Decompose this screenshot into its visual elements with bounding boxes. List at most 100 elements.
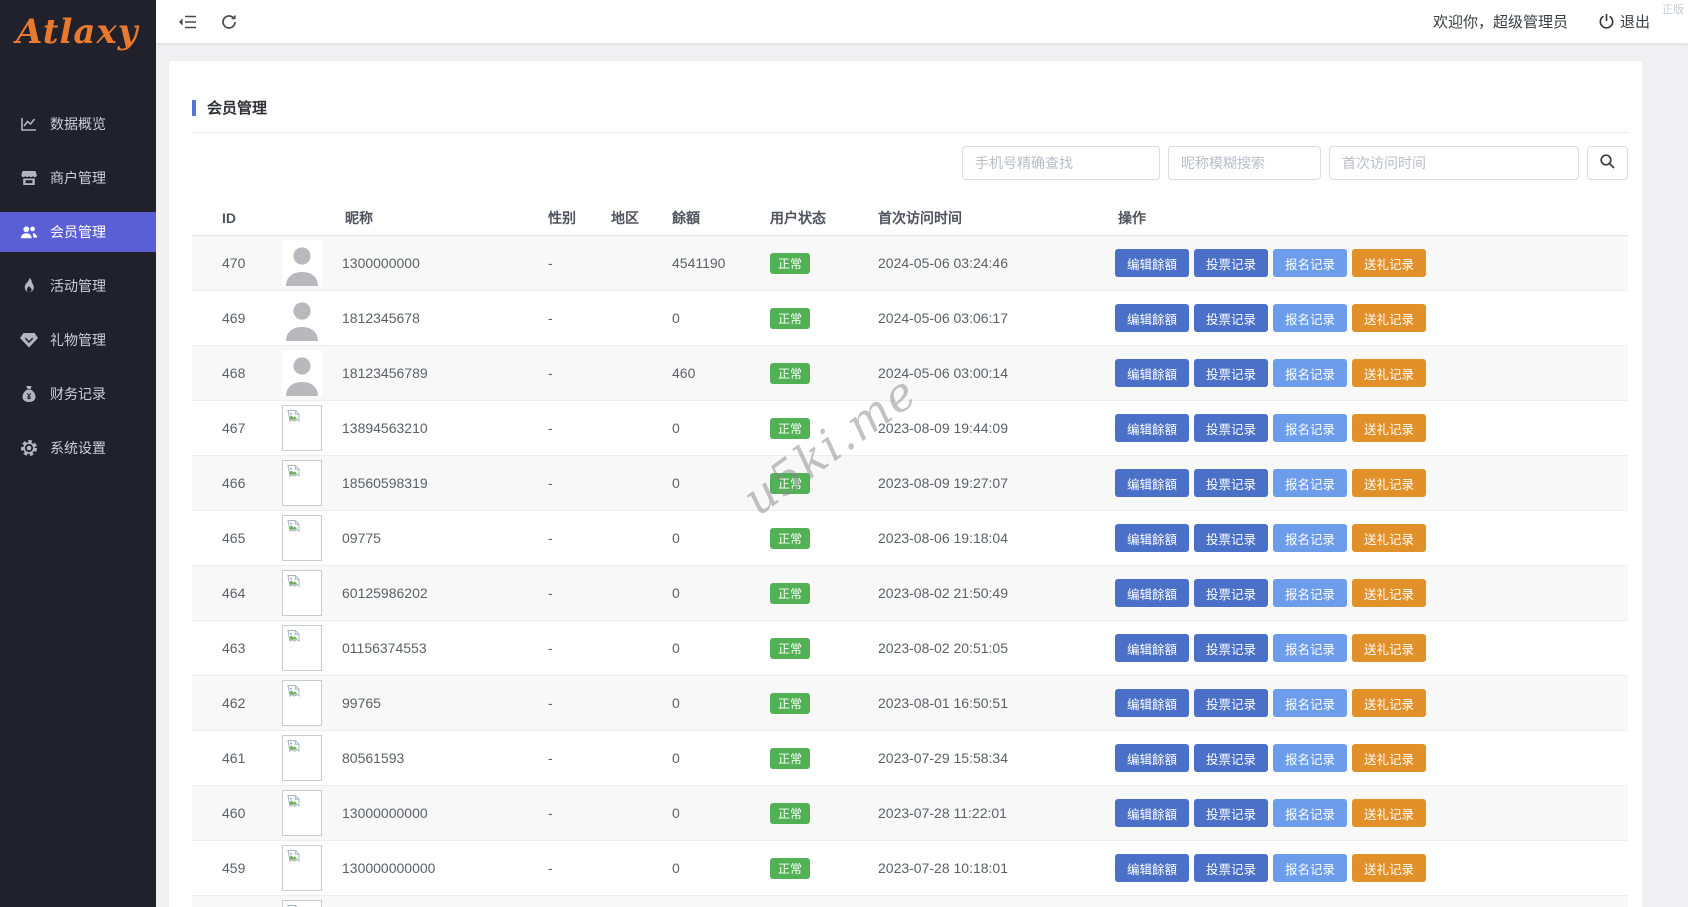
vote-record-button[interactable]: 投票记录 [1194, 854, 1268, 882]
edit-balance-button[interactable]: 编辑餘額 [1115, 469, 1189, 497]
first-visit-input[interactable] [1329, 146, 1579, 180]
gift-record-button[interactable]: 送礼记录 [1352, 579, 1426, 607]
signup-record-button[interactable]: 报名记录 [1273, 524, 1347, 552]
edit-balance-button[interactable]: 编辑餘額 [1115, 799, 1189, 827]
table-row: 459 130000000000 - 0 正常 2023-07-28 10:18… [192, 841, 1628, 896]
signup-record-button[interactable]: 报名记录 [1273, 689, 1347, 717]
gift-record-button[interactable]: 送礼记录 [1352, 799, 1426, 827]
cell-balance: 460 [664, 365, 762, 381]
sidebar-item-label: 系统设置 [50, 438, 106, 458]
table-row: 465 09775 - 0 正常 2023-08-06 19:18:04 编辑餘… [192, 511, 1628, 566]
vote-record-button[interactable]: 投票记录 [1194, 524, 1268, 552]
cell-balance: 0 [664, 310, 762, 326]
gift-record-button[interactable]: 送礼记录 [1352, 854, 1426, 882]
topbar: 欢迎你，超级管理员 退出 [156, 0, 1688, 43]
sidebar-item-finance[interactable]: 财务记录 [0, 374, 156, 414]
cell-first-visit: 2023-07-28 11:22:01 [870, 805, 1110, 821]
table-row: 461 80561593 - 0 正常 2023-07-29 15:58:34 … [192, 731, 1628, 786]
signup-record-button[interactable]: 报名记录 [1273, 359, 1347, 387]
vote-record-button[interactable]: 投票记录 [1194, 304, 1268, 332]
collapse-sidebar-icon[interactable] [178, 14, 198, 30]
gift-record-button[interactable]: 送礼记录 [1352, 469, 1426, 497]
sidebar-item-data-overview[interactable]: 数据概览 [0, 104, 156, 144]
sidebar-item-gifts[interactable]: 礼物管理 [0, 320, 156, 360]
refresh-icon[interactable] [220, 13, 238, 31]
cell-first-visit: 2023-08-06 19:18:04 [870, 530, 1110, 546]
status-badge: 正常 [770, 803, 810, 824]
sidebar-item-activities[interactable]: 活动管理 [0, 266, 156, 306]
cell-id: 466 [192, 475, 280, 491]
gear-icon [20, 439, 38, 457]
search-icon [1599, 153, 1616, 173]
gift-record-button[interactable]: 送礼记录 [1352, 524, 1426, 552]
table-header-row: ID 昵称 性别 地区 餘額 用户状态 首次访问时间 操作 [192, 201, 1628, 236]
vote-record-button[interactable]: 投票记录 [1194, 579, 1268, 607]
gift-record-button[interactable]: 送礼记录 [1352, 689, 1426, 717]
edit-balance-button[interactable]: 编辑餘額 [1115, 304, 1189, 332]
signup-record-button[interactable]: 报名记录 [1273, 414, 1347, 442]
edit-balance-button[interactable]: 编辑餘額 [1115, 359, 1189, 387]
cell-first-visit: 2023-07-28 10:18:01 [870, 860, 1110, 876]
vote-record-button[interactable]: 投票记录 [1194, 469, 1268, 497]
vote-record-button[interactable]: 投票记录 [1194, 359, 1268, 387]
edit-balance-button[interactable]: 编辑餘額 [1115, 689, 1189, 717]
phone-search-input[interactable] [962, 146, 1160, 180]
signup-record-button[interactable]: 报名记录 [1273, 854, 1347, 882]
cell-balance: 0 [664, 585, 762, 601]
table-row: 460 13000000000 - 0 正常 2023-07-28 11:22:… [192, 786, 1628, 841]
signup-record-button[interactable]: 报名记录 [1273, 579, 1347, 607]
moneybag-icon [20, 385, 38, 403]
broken-image-icon [282, 900, 322, 907]
cell-id: 465 [192, 530, 280, 546]
nickname-search-input[interactable] [1168, 146, 1321, 180]
gift-record-button[interactable]: 送礼记录 [1352, 414, 1426, 442]
edit-balance-button[interactable]: 编辑餘額 [1115, 249, 1189, 277]
vote-record-button[interactable]: 投票记录 [1194, 414, 1268, 442]
cell-balance: 0 [664, 695, 762, 711]
gift-record-button[interactable]: 送礼记录 [1352, 304, 1426, 332]
vote-record-button[interactable]: 投票记录 [1194, 634, 1268, 662]
signup-record-button[interactable]: 报名记录 [1273, 744, 1347, 772]
cell-first-visit: 2023-08-02 20:51:05 [870, 640, 1110, 656]
vote-record-button[interactable]: 投票记录 [1194, 744, 1268, 772]
gift-record-button[interactable]: 送礼记录 [1352, 634, 1426, 662]
sidebar-item-merchants[interactable]: 商户管理 [0, 158, 156, 198]
gift-record-button[interactable]: 送礼记录 [1352, 744, 1426, 772]
cell-balance: 0 [664, 805, 762, 821]
edit-balance-button[interactable]: 编辑餘額 [1115, 744, 1189, 772]
edit-balance-button[interactable]: 编辑餘額 [1115, 579, 1189, 607]
cell-nickname: 09775 [342, 530, 381, 546]
cell-balance: 0 [664, 475, 762, 491]
signup-record-button[interactable]: 报名记录 [1273, 249, 1347, 277]
edit-balance-button[interactable]: 编辑餘額 [1115, 634, 1189, 662]
cell-balance: 4541190 [664, 255, 762, 271]
page-title-row: 会员管理 [192, 97, 1628, 118]
vote-record-button[interactable]: 投票记录 [1194, 799, 1268, 827]
status-badge: 正常 [770, 363, 810, 384]
cell-id: 470 [192, 255, 280, 271]
cell-id: 461 [192, 750, 280, 766]
gift-record-button[interactable]: 送礼记录 [1352, 249, 1426, 277]
sidebar-item-members[interactable]: 会员管理 [0, 212, 156, 252]
sidebar-item-settings[interactable]: 系统设置 [0, 428, 156, 468]
edit-balance-button[interactable]: 编辑餘額 [1115, 414, 1189, 442]
cell-id: 460 [192, 805, 280, 821]
cell-first-visit: 2023-08-09 19:27:07 [870, 475, 1110, 491]
logout-button[interactable]: 退出 [1598, 11, 1650, 32]
gift-record-button[interactable]: 送礼记录 [1352, 359, 1426, 387]
signup-record-button[interactable]: 报名记录 [1273, 634, 1347, 662]
cell-first-visit: 2023-08-01 16:50:51 [870, 695, 1110, 711]
edit-balance-button[interactable]: 编辑餘額 [1115, 854, 1189, 882]
vote-record-button[interactable]: 投票记录 [1194, 249, 1268, 277]
broken-image-icon [282, 680, 322, 726]
status-badge: 正常 [770, 418, 810, 439]
signup-record-button[interactable]: 报名记录 [1273, 304, 1347, 332]
person-avatar [282, 240, 322, 286]
vote-record-button[interactable]: 投票记录 [1194, 689, 1268, 717]
signup-record-button[interactable]: 报名记录 [1273, 799, 1347, 827]
signup-record-button[interactable]: 报名记录 [1273, 469, 1347, 497]
search-button[interactable] [1587, 146, 1628, 180]
header-first-visit: 首次访问时间 [870, 208, 1110, 228]
cell-balance: 0 [664, 860, 762, 876]
edit-balance-button[interactable]: 编辑餘額 [1115, 524, 1189, 552]
